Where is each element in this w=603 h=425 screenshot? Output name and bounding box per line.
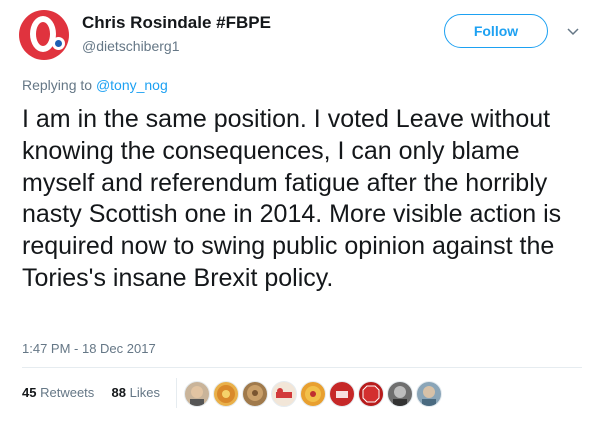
author-handle[interactable]: @dietschiberg1 xyxy=(82,38,180,54)
retweets-count[interactable]: 45 xyxy=(22,385,36,400)
liker-avatar[interactable] xyxy=(387,381,413,407)
avatar-badge xyxy=(52,37,65,50)
liker-avatar[interactable] xyxy=(300,381,326,407)
retweets-label[interactable]: Retweets xyxy=(40,385,94,400)
avatar[interactable] xyxy=(19,10,69,60)
liker-avatar[interactable] xyxy=(184,381,210,407)
liker-avatar[interactable] xyxy=(271,381,297,407)
stats-separator xyxy=(176,378,177,408)
author-name[interactable]: Chris Rosindale #FBPE xyxy=(82,13,271,33)
divider xyxy=(22,367,582,368)
liker-avatar[interactable] xyxy=(242,381,268,407)
replying-prefix: Replying to xyxy=(22,77,96,93)
liker-avatar[interactable] xyxy=(329,381,355,407)
liker-avatar[interactable] xyxy=(213,381,239,407)
tweet-text: I am in the same position. I voted Leave… xyxy=(22,105,562,292)
chevron-down-icon[interactable] xyxy=(565,24,581,40)
tweet-stats: 45 Retweets 88 Likes xyxy=(22,385,160,400)
follow-button[interactable]: Follow xyxy=(444,14,548,48)
tweet-timestamp[interactable]: 1:47 PM - 18 Dec 2017 xyxy=(22,341,156,356)
reply-to-link[interactable]: @tony_nog xyxy=(96,77,168,93)
liker-avatar[interactable] xyxy=(416,381,442,407)
replying-to: Replying to @tony_nog xyxy=(22,77,168,93)
likes-count[interactable]: 88 xyxy=(112,385,126,400)
liker-avatar[interactable] xyxy=(358,381,384,407)
likes-label[interactable]: Likes xyxy=(130,385,160,400)
likers-avatars xyxy=(184,381,442,407)
